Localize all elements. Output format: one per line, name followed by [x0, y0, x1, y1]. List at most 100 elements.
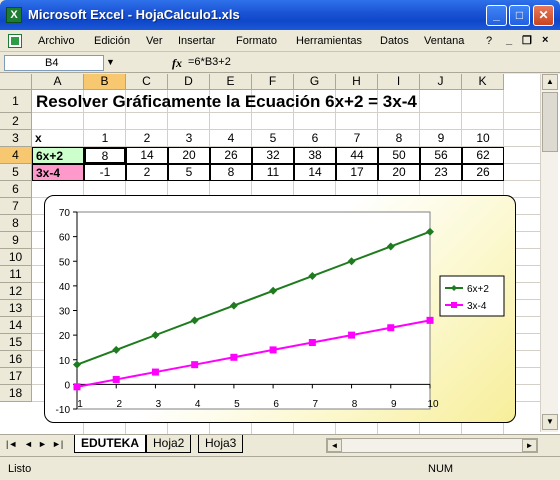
row-header-17[interactable]: 17 — [0, 368, 32, 385]
scroll-left-icon[interactable]: ◄ — [327, 439, 342, 452]
data-cell[interactable]: 23 — [420, 164, 462, 181]
data-cell[interactable]: 20 — [378, 164, 420, 181]
name-box-dropdown-icon[interactable]: ▼ — [106, 57, 115, 67]
menu-archivo[interactable]: Archivo — [38, 35, 75, 47]
data-point[interactable] — [191, 361, 199, 369]
plot-area[interactable] — [76, 211, 431, 410]
first-sheet-icon[interactable]: |◄ — [6, 439, 17, 449]
vertical-scroll-thumb[interactable] — [542, 92, 558, 152]
data-cell[interactable]: 14 — [126, 147, 168, 164]
doc-restore-button[interactable]: ❐ — [522, 34, 532, 47]
menu-datos[interactable]: Datos — [380, 35, 409, 47]
data-point[interactable] — [387, 324, 395, 332]
select-all-corner[interactable] — [0, 74, 32, 90]
row-header-13[interactable]: 13 — [0, 300, 32, 317]
excel-app-icon[interactable]: X — [6, 7, 22, 23]
data-point[interactable] — [269, 346, 277, 354]
scroll-right-icon[interactable]: ► — [522, 439, 537, 452]
data-cell[interactable]: 8 — [378, 130, 420, 147]
row-header-5[interactable]: 5 — [0, 164, 32, 181]
name-box[interactable]: B4 — [4, 55, 104, 71]
column-header-g[interactable]: G — [294, 74, 336, 90]
column-header-f[interactable]: F — [252, 74, 294, 90]
column-header-k[interactable]: K — [462, 74, 504, 90]
row-header-14[interactable]: 14 — [0, 317, 32, 334]
menu-insertar[interactable]: Insertar — [178, 35, 215, 47]
data-cell[interactable]: 6 — [294, 130, 336, 147]
row-header-1[interactable]: 1 — [0, 90, 32, 113]
row-header-2[interactable]: 2 — [0, 113, 32, 130]
row-header-9[interactable]: 9 — [0, 232, 32, 249]
data-cell[interactable]: 9 — [420, 130, 462, 147]
doc-close-button[interactable]: × — [542, 34, 548, 46]
column-header-b[interactable]: B — [84, 74, 126, 90]
data-point[interactable] — [230, 353, 238, 361]
data-cell[interactable]: 62 — [462, 147, 504, 164]
horizontal-scrollbar[interactable]: ◄ ► — [326, 438, 538, 453]
column-header-c[interactable]: C — [126, 74, 168, 90]
workbook-icon[interactable] — [8, 34, 22, 48]
minimize-button[interactable]: _ — [486, 5, 507, 26]
row-header-3[interactable]: 3 — [0, 130, 32, 147]
data-cell[interactable]: 11 — [252, 164, 294, 181]
menu-edicion[interactable]: Edición — [94, 35, 130, 47]
menu-help[interactable]: ? — [486, 35, 492, 47]
tab-eduteka[interactable]: EDUTEKA — [74, 435, 147, 453]
row-header-16[interactable]: 16 — [0, 351, 32, 368]
chart-area[interactable]: -10 0 10 20 30 40 50 60 70 1 2 3 4 5 6 7 8 9 10 6x+2 3x-4 — [44, 195, 516, 423]
row-header-7[interactable]: 7 — [0, 198, 32, 215]
prev-sheet-icon[interactable]: ◄ — [24, 439, 33, 449]
data-cell[interactable]: 17 — [336, 164, 378, 181]
data-cell[interactable]: 5 — [252, 130, 294, 147]
data-cell[interactable]: 38 — [294, 147, 336, 164]
data-point[interactable] — [308, 339, 316, 347]
cell-a5[interactable]: 3x-4 — [32, 164, 84, 181]
last-sheet-icon[interactable]: ►| — [52, 439, 63, 449]
data-cell[interactable]: 26 — [210, 147, 252, 164]
column-header-d[interactable]: D — [168, 74, 210, 90]
row-header-11[interactable]: 11 — [0, 266, 32, 283]
cell-a3[interactable]: x — [32, 130, 84, 147]
data-point[interactable] — [426, 316, 434, 324]
data-point[interactable] — [73, 383, 81, 391]
column-header-j[interactable]: J — [420, 74, 462, 90]
data-cell[interactable]: 20 — [168, 147, 210, 164]
data-cell[interactable]: 7 — [336, 130, 378, 147]
data-point[interactable] — [348, 331, 356, 339]
active-cell-b4[interactable]: 8 — [84, 147, 126, 164]
data-cell[interactable]: 32 — [252, 147, 294, 164]
data-cell[interactable]: 26 — [462, 164, 504, 181]
formula-input[interactable]: =6*B3+2 — [188, 55, 548, 71]
menu-ventana[interactable]: Ventana — [424, 35, 464, 47]
menu-herramientas[interactable]: Herramientas — [296, 35, 362, 47]
scroll-up-icon[interactable]: ▲ — [542, 74, 558, 90]
row-header-4[interactable]: 4 — [0, 147, 32, 164]
row-header-10[interactable]: 10 — [0, 249, 32, 266]
data-cell[interactable]: 10 — [462, 130, 504, 147]
data-cell[interactable]: 3 — [168, 130, 210, 147]
data-point[interactable] — [112, 375, 120, 383]
data-cell[interactable]: 8 — [210, 164, 252, 181]
tab-hoja2[interactable]: Hoja2 — [146, 435, 192, 453]
data-point[interactable] — [151, 368, 159, 376]
column-header-e[interactable]: E — [210, 74, 252, 90]
next-sheet-icon[interactable]: ► — [38, 439, 47, 449]
data-cell[interactable]: 2 — [126, 164, 168, 181]
row-header-15[interactable]: 15 — [0, 334, 32, 351]
doc-minimize-button[interactable]: _ — [506, 34, 512, 46]
vertical-scrollbar[interactable]: ▲ ▼ — [540, 74, 558, 432]
data-cell[interactable]: 1 — [84, 130, 126, 147]
data-cell[interactable]: 14 — [294, 164, 336, 181]
tab-hoja3[interactable]: Hoja3 — [198, 435, 244, 453]
maximize-button[interactable]: □ — [509, 5, 530, 26]
data-cell[interactable]: 50 — [378, 147, 420, 164]
row-header-18[interactable]: 18 — [0, 385, 32, 402]
column-header-a[interactable]: A — [32, 74, 84, 90]
close-button[interactable]: ✕ — [533, 5, 554, 26]
row-header-6[interactable]: 6 — [0, 181, 32, 198]
column-header-h[interactable]: H — [336, 74, 378, 90]
column-header-i[interactable]: I — [378, 74, 420, 90]
sheet-title-cell[interactable]: Resolver Gráficamente la Ecuación 6x+2 =… — [36, 90, 417, 113]
insert-function-icon[interactable]: fx — [172, 56, 182, 71]
scroll-down-icon[interactable]: ▼ — [542, 414, 558, 430]
